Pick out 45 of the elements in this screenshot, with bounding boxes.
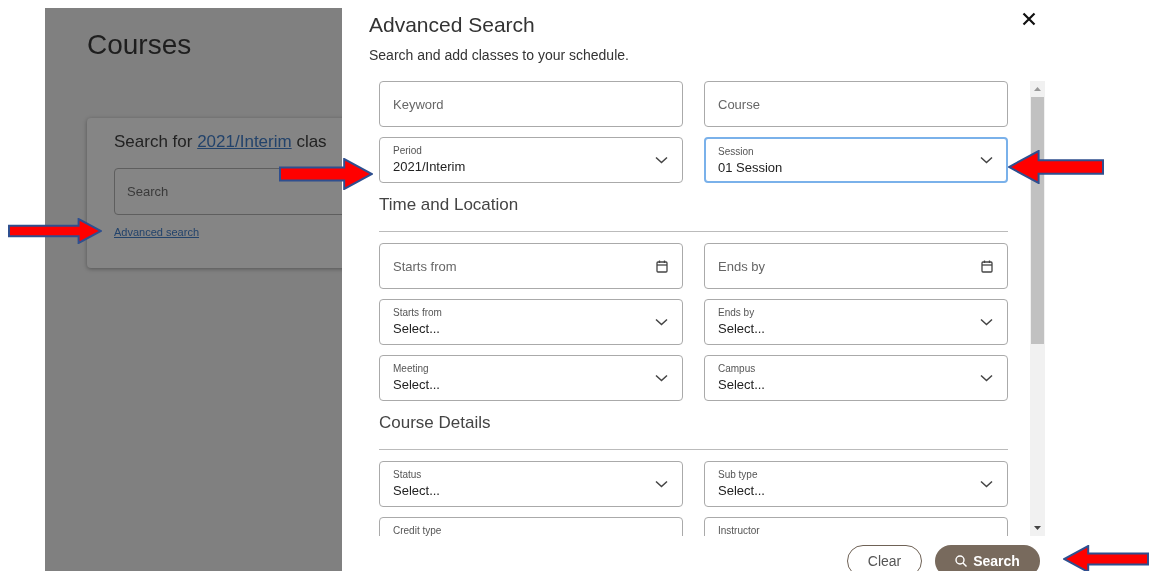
clear-button[interactable]: Clear: [847, 545, 922, 571]
field-value: Select...: [393, 482, 440, 500]
date-field[interactable]: Starts from: [379, 243, 683, 289]
field-label: Sub type: [718, 468, 759, 482]
field-value: Select...: [393, 320, 441, 338]
input-field[interactable]: Keyword: [379, 81, 683, 127]
field-label: Starts from: [393, 306, 442, 320]
select-field[interactable]: Period 2021/Interim: [379, 137, 683, 183]
field-label: Period: [393, 144, 423, 158]
select-field[interactable]: Status Select...: [379, 461, 683, 507]
field-value: 01 Session: [718, 159, 783, 177]
select-field[interactable]: Sub type Select...: [704, 461, 1008, 507]
search-button[interactable]: Search: [935, 545, 1040, 571]
dialog-title: Advanced Search: [369, 12, 535, 38]
field-label: Status: [393, 468, 423, 482]
select-field[interactable]: Campus Select...: [704, 355, 1008, 401]
select-field[interactable]: Session 01 Session: [704, 137, 1008, 183]
select-field[interactable]: Starts from Select...: [379, 299, 683, 345]
search-prompt: Search for 2021/Interim clas: [114, 131, 328, 153]
page-title: Courses: [87, 28, 193, 62]
input-field[interactable]: Course: [704, 81, 1008, 127]
field-value: Select...: [718, 320, 765, 338]
field-placeholder: Course: [718, 96, 760, 112]
select-field[interactable]: Ends by Select...: [704, 299, 1008, 345]
section-heading: Course Details: [379, 411, 1008, 450]
select-field[interactable]: Credit type: [379, 517, 683, 536]
field-value: 2021/Interim: [393, 158, 466, 176]
field-label: Ends by: [718, 306, 756, 320]
field-value: Select...: [718, 376, 765, 394]
field-placeholder: Keyword: [393, 96, 444, 112]
field-label: Credit type: [393, 524, 442, 536]
field-placeholder: Starts from: [393, 258, 457, 274]
section-heading: Time and Location: [379, 193, 1008, 232]
field-placeholder: Ends by: [718, 258, 765, 274]
field-value: Select...: [393, 376, 440, 394]
field-value: Select...: [718, 482, 765, 500]
date-field[interactable]: Ends by: [704, 243, 1008, 289]
field-label: Session: [718, 145, 755, 159]
field-label: Campus: [718, 362, 757, 376]
field-label: Instructor: [718, 524, 760, 536]
dialog-subtitle: Search and add classes to your schedule.: [369, 46, 630, 64]
field-placeholder: Search: [127, 184, 169, 199]
select-field[interactable]: Meeting Select...: [379, 355, 683, 401]
field-label: Meeting: [393, 362, 430, 376]
select-field[interactable]: Instructor: [704, 517, 1008, 536]
